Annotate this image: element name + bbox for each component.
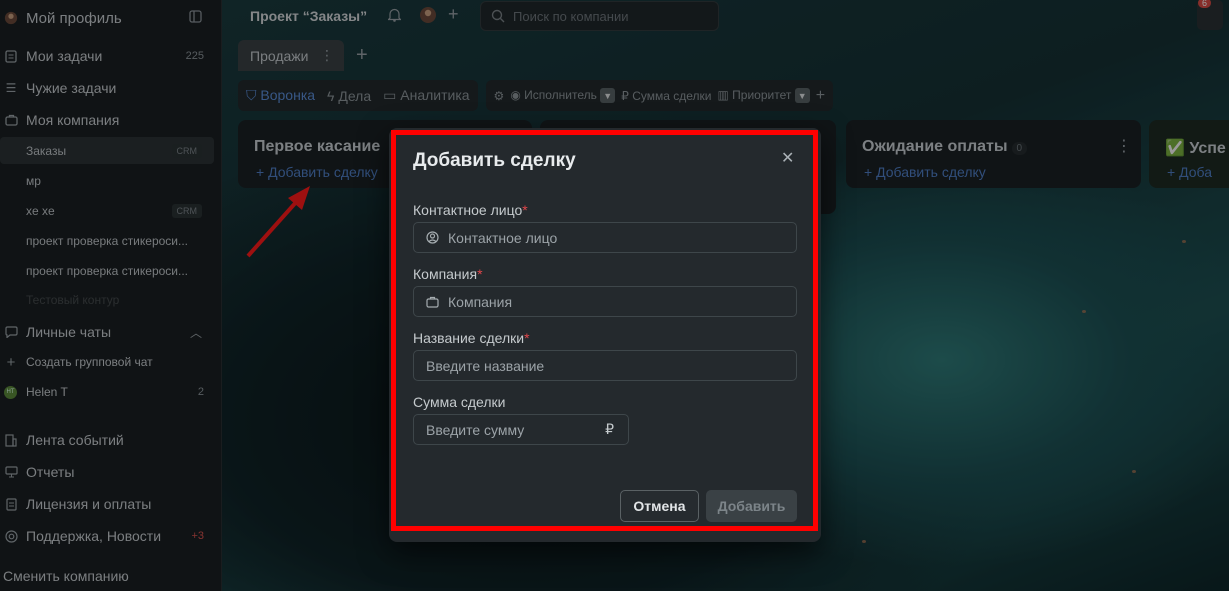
contact-placeholder: Контактное лицо [448, 229, 558, 246]
deal-name-input[interactable]: Введите название [413, 350, 797, 381]
close-icon[interactable]: ✕ [781, 148, 794, 168]
company-placeholder: Компания [448, 293, 513, 310]
company-label: Компания* [413, 266, 483, 282]
add-button[interactable]: Добавить [706, 490, 797, 522]
dialog-title: Добавить сделку [413, 150, 576, 171]
ruble-icon: ₽ [605, 421, 614, 437]
amount-placeholder: Введите сумму [426, 421, 525, 438]
briefcase-icon [426, 296, 439, 308]
cancel-button[interactable]: Отмена [620, 490, 699, 522]
company-field[interactable]: Компания [413, 286, 797, 317]
user-circle-icon [426, 231, 439, 244]
contact-field[interactable]: Контактное лицо [413, 222, 797, 253]
add-deal-dialog: Добавить сделку ✕ Контактное лицо* Конта… [389, 128, 821, 542]
amount-input[interactable]: Введите сумму ₽ [413, 414, 629, 445]
amount-label: Сумма сделки [413, 394, 506, 410]
deal-name-placeholder: Введите название [426, 357, 545, 374]
deal-name-label: Название сделки* [413, 330, 530, 346]
contact-label: Контактное лицо* [413, 202, 528, 218]
